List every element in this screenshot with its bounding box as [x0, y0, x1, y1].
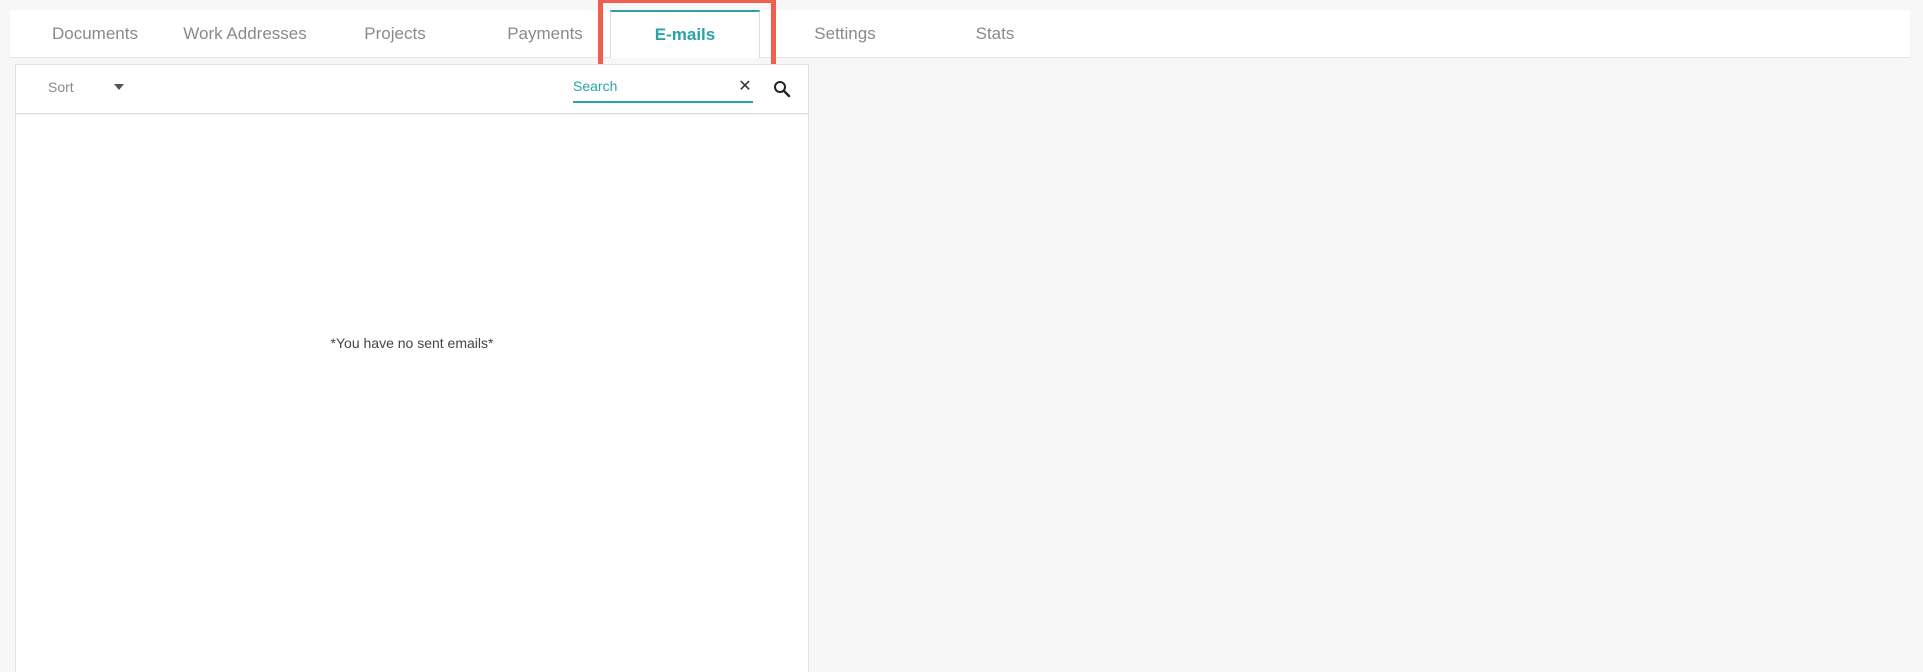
tab-work-addresses[interactable]: Work Addresses — [170, 10, 320, 57]
page: Documents Work Addresses Projects Paymen… — [0, 0, 1923, 672]
emails-panel: Sort ✕ *You have no sent emails* — [15, 64, 809, 672]
sort-dropdown[interactable]: Sort — [48, 79, 124, 95]
search-field: ✕ — [573, 75, 753, 103]
tab-stats[interactable]: Stats — [920, 10, 1070, 57]
tab-documents[interactable]: Documents — [20, 10, 170, 57]
caret-down-icon — [113, 84, 124, 90]
panel-toolbar: Sort ✕ — [16, 65, 808, 114]
tab-payments[interactable]: Payments — [470, 10, 620, 57]
tab-emails[interactable]: E-mails — [610, 10, 760, 58]
tab-projects[interactable]: Projects — [320, 10, 470, 57]
tab-settings[interactable]: Settings — [770, 10, 920, 57]
search-input[interactable] — [573, 75, 723, 97]
search-icon[interactable] — [772, 79, 792, 99]
sort-label: Sort — [48, 79, 74, 95]
empty-state-message: *You have no sent emails* — [330, 335, 494, 351]
tab-bar: Documents Work Addresses Projects Paymen… — [10, 10, 1910, 58]
close-icon[interactable]: ✕ — [737, 75, 753, 97]
